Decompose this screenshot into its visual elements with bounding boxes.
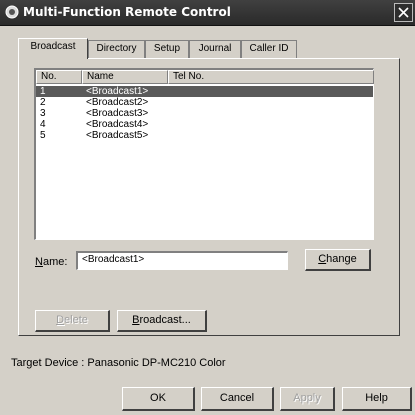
delete-mnemonic: D	[56, 314, 65, 326]
delete-rest: elete	[64, 314, 88, 326]
close-icon	[398, 7, 409, 18]
row-name: <Broadcast1>	[86, 86, 149, 97]
list-row[interactable]: 1 <Broadcast1>	[36, 86, 373, 97]
name-label: Name:	[35, 256, 67, 268]
row-name: <Broadcast3>	[86, 108, 149, 119]
row-no: 5	[40, 130, 46, 141]
name-input[interactable]: <Broadcast1>	[76, 251, 288, 270]
column-header-name[interactable]: Name	[82, 70, 168, 84]
column-header-tel[interactable]: Tel No.	[168, 70, 374, 84]
row-no: 1	[40, 86, 46, 97]
help-button[interactable]: Help	[342, 387, 412, 411]
name-label-rest: ame:	[42, 256, 68, 268]
name-label-mnemonic: N	[35, 256, 43, 268]
list-row[interactable]: 3 <Broadcast3>	[36, 108, 373, 119]
delete-button[interactable]: Delete	[35, 310, 110, 332]
title-bar[interactable]: Multi-Function Remote Control	[0, 0, 415, 26]
target-device-label: Target Device : Panasonic DP-MC210 Color	[11, 357, 226, 369]
list-row[interactable]: 5 <Broadcast5>	[36, 130, 373, 141]
close-button[interactable]	[394, 3, 413, 22]
broadcast-button[interactable]: Broadcast...	[117, 310, 207, 332]
remote-control-icon	[5, 5, 19, 19]
list-row[interactable]: 2 <Broadcast2>	[36, 97, 373, 108]
row-no: 4	[40, 119, 46, 130]
list-row[interactable]: 4 <Broadcast4>	[36, 119, 373, 130]
tab-setup[interactable]: Setup	[145, 40, 189, 58]
column-header-no[interactable]: No.	[36, 70, 82, 84]
window-title: Multi-Function Remote Control	[23, 5, 231, 19]
broadcast-list[interactable]: No. Name Tel No. 1 <Broadcast1> 2 <Broad…	[34, 68, 374, 240]
broadcast-rest: roadcast...	[139, 314, 191, 326]
change-mnemonic: C	[318, 253, 327, 265]
tab-journal[interactable]: Journal	[189, 40, 241, 58]
change-button[interactable]: Change	[305, 249, 371, 271]
row-no: 3	[40, 108, 46, 119]
list-header: No. Name Tel No.	[36, 70, 374, 84]
row-name: <Broadcast4>	[86, 119, 149, 130]
tab-caller-id[interactable]: Caller ID	[241, 40, 297, 58]
dialog-window: Multi-Function Remote Control Broadcast …	[0, 0, 415, 415]
tab-broadcast[interactable]: Broadcast	[18, 38, 88, 59]
cancel-button[interactable]: Cancel	[201, 387, 274, 411]
ok-button[interactable]: OK	[122, 387, 195, 411]
row-no: 2	[40, 97, 46, 108]
apply-button[interactable]: Apply	[280, 387, 335, 411]
change-rest: hange	[326, 253, 357, 265]
row-name: <Broadcast5>	[86, 130, 149, 141]
row-name: <Broadcast2>	[86, 97, 149, 108]
tab-directory[interactable]: Directory	[88, 40, 145, 58]
